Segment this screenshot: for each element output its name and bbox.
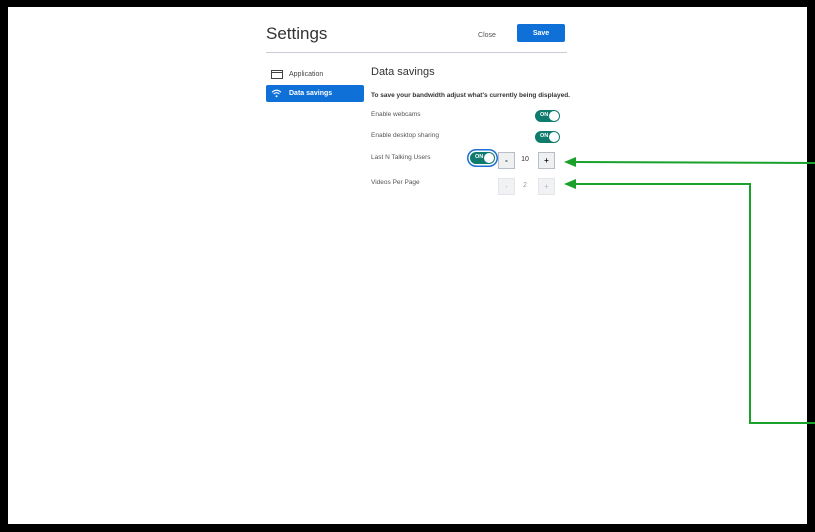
annotation-arrows (564, 157, 815, 424)
arrow-to-videos-per-page-stepper (564, 179, 815, 424)
arrow-to-last-n-stepper (564, 157, 815, 167)
